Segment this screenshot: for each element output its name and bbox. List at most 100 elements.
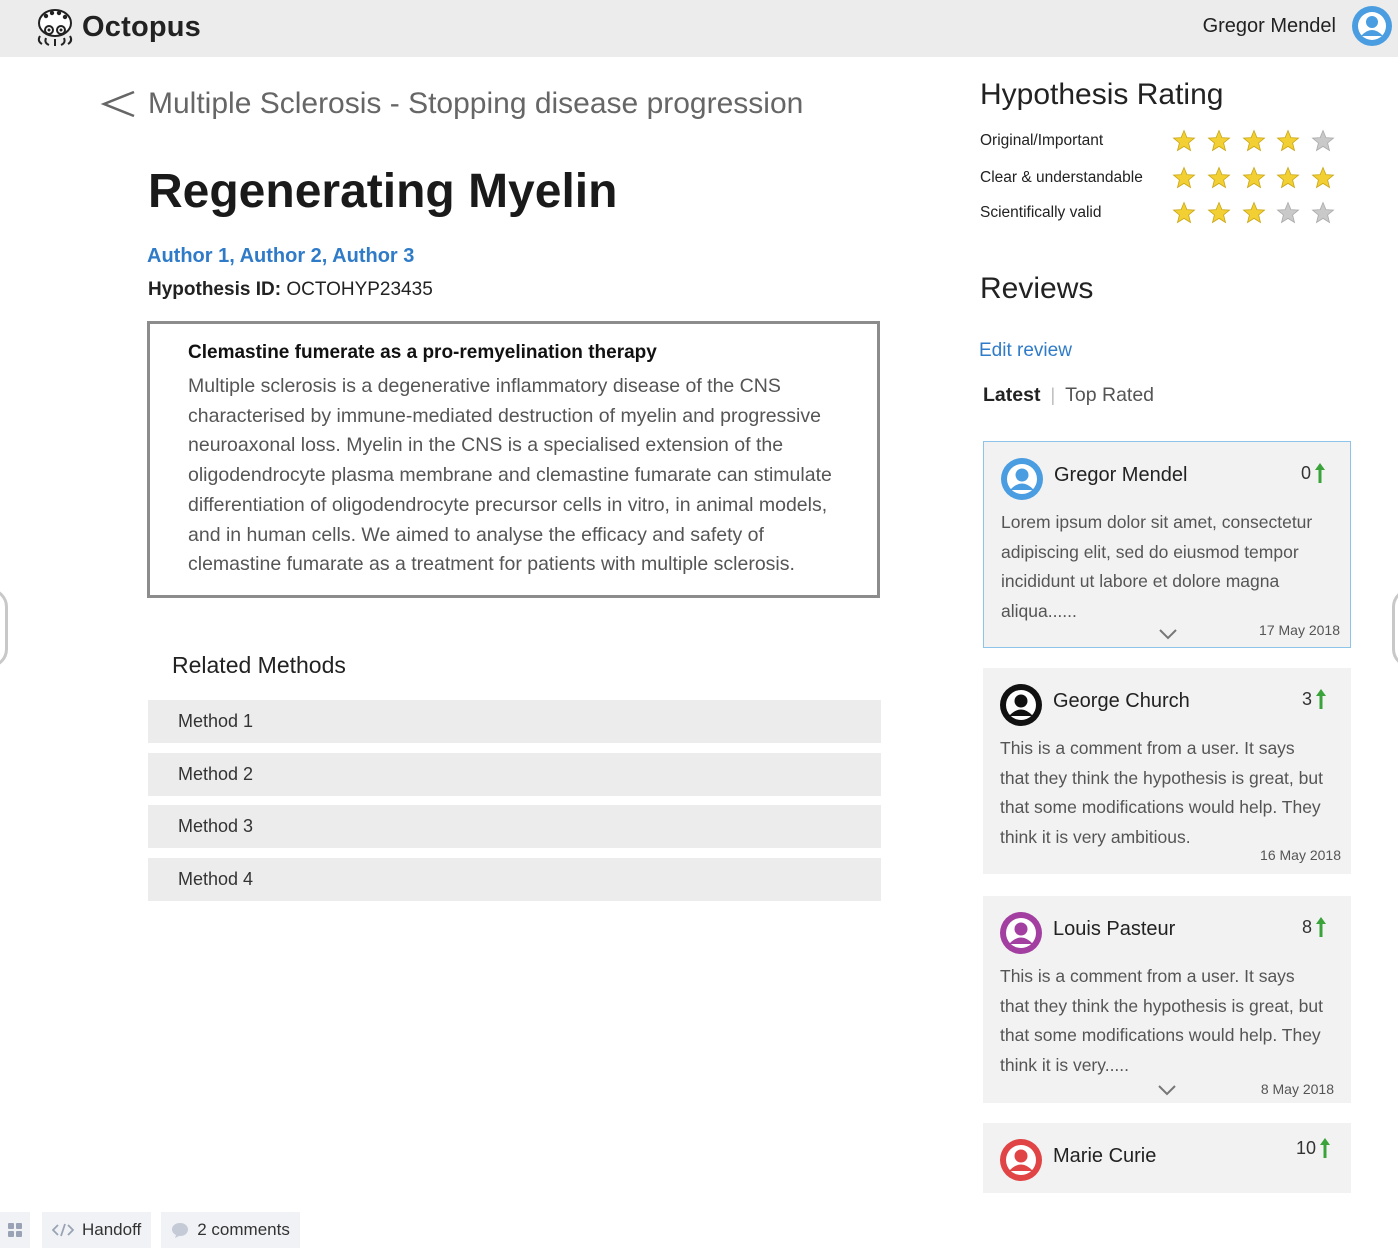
hypothesis-id-label: Hypothesis ID: <box>148 279 282 300</box>
tab-top-rated[interactable]: Top Rated <box>1065 384 1154 407</box>
reviewer-name[interactable]: George Church <box>1053 690 1190 713</box>
rating-row: Clear & understandable <box>980 166 1346 190</box>
upvote-button[interactable]: 0 <box>1301 462 1326 484</box>
user-menu[interactable]: Gregor Mendel <box>1203 6 1392 46</box>
star-empty-icon[interactable] <box>1276 201 1300 225</box>
star-filled-icon[interactable] <box>1172 129 1196 153</box>
abstract-line: neuroaxonal loss. Myelin in the CNS is a… <box>188 434 784 457</box>
app-name: Octopus <box>82 10 202 43</box>
comments-label: 2 comments <box>197 1220 290 1239</box>
star-filled-icon[interactable] <box>1172 166 1196 190</box>
abstract-line: characterised by immune-mediated destruc… <box>188 404 821 427</box>
edit-review-link[interactable]: Edit review <box>979 340 1072 362</box>
star-filled-icon[interactable] <box>1207 129 1231 153</box>
reviewer-name[interactable]: Gregor Mendel <box>1054 464 1187 487</box>
star-empty-icon[interactable] <box>1311 129 1335 153</box>
upvote-arrow-icon <box>1320 1138 1330 1158</box>
hypothesis-id: Hypothesis ID: OCTOHYP23435 <box>148 279 433 301</box>
vote-count: 3 <box>1301 688 1312 709</box>
upvote-button[interactable]: 8 <box>1302 916 1327 938</box>
review-line: This is a comment from a user. It says <box>1000 966 1295 986</box>
rating-title: Hypothesis Rating <box>980 78 1224 111</box>
abstract-line: Multiple sclerosis is a degenerative inf… <box>188 375 781 397</box>
abstract-line: and in human cells. We aimed to analyse … <box>188 523 764 546</box>
review-line: that they think the hypothesis is great,… <box>1000 767 1323 788</box>
rating-label: Clear & understandable <box>980 169 1143 186</box>
review-line: that some modifications would help. They <box>1000 797 1321 818</box>
octopus-logo-icon <box>37 9 73 46</box>
tab-separator: | <box>1050 385 1056 405</box>
star-rating[interactable] <box>1172 129 1346 153</box>
upvote-button[interactable]: 3 <box>1302 688 1327 710</box>
app-logo[interactable]: Octopus <box>34 6 201 48</box>
related-methods-title: Related Methods <box>172 652 346 678</box>
review-line: adipiscing elit, sed do eiusmod tempor <box>1001 541 1299 562</box>
review-line: incididunt ut labore et dolore magna <box>1001 571 1280 592</box>
star-rating[interactable] <box>1172 201 1346 225</box>
vote-count: 10 <box>1295 1137 1316 1158</box>
rating-label: Original/Important <box>980 132 1104 149</box>
upvote-arrow-icon <box>1316 689 1326 709</box>
star-filled-icon[interactable] <box>1242 201 1266 225</box>
breadcrumb-problem-link[interactable]: Multiple Sclerosis - Stopping disease pr… <box>148 87 803 121</box>
star-filled-icon[interactable] <box>1276 166 1300 190</box>
review-date: 17 May 2018 <box>1259 622 1340 638</box>
tab-latest[interactable]: Latest <box>983 384 1040 407</box>
reviewer-avatar-icon <box>1000 1139 1042 1181</box>
reviewer-avatar-icon <box>1000 912 1042 954</box>
reviews-title: Reviews <box>980 272 1094 305</box>
abstract-line: clemastine fumarate as a treatment for p… <box>188 553 795 576</box>
review-date: 16 May 2018 <box>1260 847 1341 863</box>
vote-count: 8 <box>1301 916 1312 937</box>
review-line: Lorem ipsum dolor sit amet, consectetur <box>1001 512 1313 532</box>
reviewer-avatar-icon <box>1000 684 1042 726</box>
review-line: This is a comment from a user. It says <box>1000 738 1295 758</box>
review-card[interactable]: George Church 3 This is a comment from a… <box>983 668 1351 874</box>
star-rating[interactable] <box>1172 166 1346 190</box>
star-filled-icon[interactable] <box>1207 201 1231 225</box>
method-item[interactable]: Method 1 <box>148 700 881 743</box>
abstract-line: oligodendrocyte plasma membrane and clem… <box>188 464 832 487</box>
review-text: This is a comment from a user. It says t… <box>1000 962 1340 1081</box>
chevron-down-icon[interactable] <box>1157 1084 1177 1096</box>
back-arrow-icon[interactable] <box>100 84 136 124</box>
comments-button[interactable]: 2 comments <box>161 1212 300 1248</box>
star-filled-icon[interactable] <box>1242 129 1266 153</box>
reviewer-name[interactable]: Marie Curie <box>1053 1145 1156 1168</box>
vote-count: 0 <box>1300 462 1311 483</box>
review-card[interactable]: Marie Curie 10 <box>983 1123 1351 1193</box>
authors-link[interactable]: Author 1, Author 2, Author 3 <box>147 245 414 268</box>
star-filled-icon[interactable] <box>1207 166 1231 190</box>
related-methods-list: Method 1 Method 2 Method 3 Method 4 <box>148 700 881 910</box>
upvote-arrow-icon <box>1315 463 1325 483</box>
method-item[interactable]: Method 2 <box>148 752 881 796</box>
method-item[interactable]: Method 4 <box>148 857 881 901</box>
upvote-button[interactable]: 10 <box>1296 1137 1331 1159</box>
star-empty-icon[interactable] <box>1311 201 1335 225</box>
rating-label: Scientifically valid <box>980 204 1102 221</box>
method-item[interactable]: Method 3 <box>148 805 881 848</box>
grid-view-button[interactable] <box>0 1212 30 1248</box>
code-icon <box>52 1223 74 1237</box>
user-name: Gregor Mendel <box>1202 14 1336 37</box>
handoff-button[interactable]: Handoff <box>42 1212 152 1248</box>
page-title: Regenerating Myelin <box>148 165 618 218</box>
review-card[interactable]: Gregor Mendel 0 Lorem ipsum dolor sit am… <box>983 441 1351 648</box>
upvote-arrow-icon <box>1316 917 1326 937</box>
abstract-body: Multiple sclerosis is a degenerative inf… <box>188 372 841 580</box>
scroll-left-handle[interactable] <box>0 588 8 668</box>
star-filled-icon[interactable] <box>1172 201 1196 225</box>
review-card[interactable]: Louis Pasteur 8 This is a comment from a… <box>983 896 1351 1103</box>
review-sort-tabs: Latest | Top Rated <box>983 384 1154 407</box>
star-filled-icon[interactable] <box>1311 166 1335 190</box>
star-filled-icon[interactable] <box>1276 129 1300 153</box>
review-date: 8 May 2018 <box>1260 1081 1334 1097</box>
star-filled-icon[interactable] <box>1242 166 1266 190</box>
chevron-down-icon[interactable] <box>1158 628 1178 640</box>
hypothesis-id-value: OCTOHYP23435 <box>286 279 433 300</box>
scroll-right-handle[interactable] <box>1392 588 1398 668</box>
user-avatar-icon <box>1352 6 1392 46</box>
breadcrumb: Multiple Sclerosis - Stopping disease pr… <box>100 84 803 124</box>
reviewer-name[interactable]: Louis Pasteur <box>1053 918 1175 941</box>
handoff-label: Handoff <box>82 1220 142 1239</box>
